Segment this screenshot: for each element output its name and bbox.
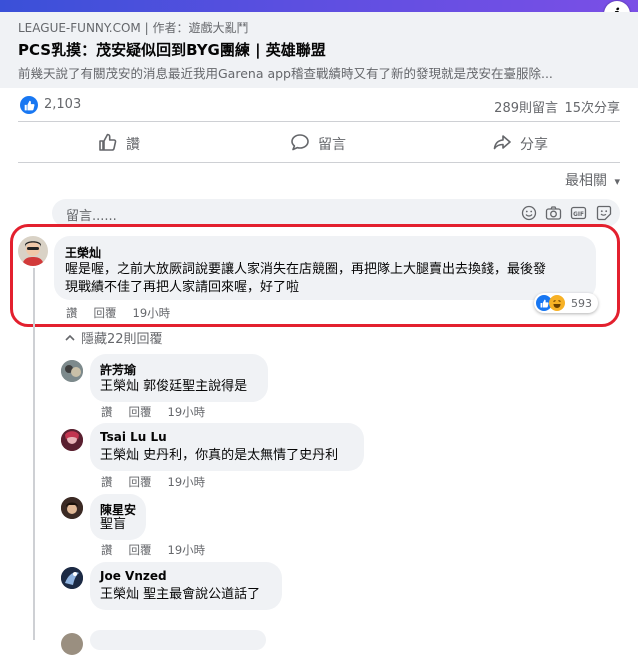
emoji-icon[interactable] [520,204,537,221]
hide-replies-toggle[interactable]: 隱藏22則回覆 [65,328,163,347]
comment-label: 留言 [318,137,346,153]
reply-author[interactable]: Tsai Lu Lu [100,430,167,444]
divider [18,121,620,122]
hide-replies-label: 隱藏22則回覆 [81,332,163,347]
reply-like-link[interactable]: 讚 [101,404,113,420]
link-source: LEAGUE-FUNNY.COM | 作者：遊戲大亂鬥 [18,21,249,35]
reply-bubble: Joe Vnzed 王榮灿 聖主最會說公道話了 [90,562,282,610]
comment-composer[interactable]: 留言...... GIF [52,199,620,227]
composer-tools: GIF [520,204,612,221]
like-button[interactable]: 讚 [98,127,140,161]
reaction-stats: 2,103 289則留言 15次分享 [0,90,638,120]
chevron-up-icon [65,330,75,345]
reply-meta: 讚 回覆 19小時 [101,474,221,490]
speech-bubble-icon [290,132,310,156]
reply-bubble: 許芳瑜 王榮灿 郭俊廷聖主說得是 [90,354,268,402]
share-button[interactable]: 分享 [492,127,548,161]
sticker-icon[interactable] [595,204,612,221]
chevron-down-icon: ▾ [614,175,620,188]
reply-text: 聖盲 [100,517,127,532]
reply-author[interactable]: 許芳瑜 [100,361,136,378]
reply-like-link[interactable]: 讚 [101,542,113,558]
reply-timestamp[interactable]: 19小時 [168,474,206,490]
sort-label: 最相關 [565,173,608,189]
mentioned-user[interactable]: 王榮灿 [100,587,139,602]
action-bar: 讚 留言 分享 [0,127,638,161]
reply-meta: 讚 回覆 19小時 [101,542,221,558]
gif-icon[interactable]: GIF [570,204,587,221]
reply-bubble: Tsai Lu Lu 王榮灿 史丹利，你真的是太無情了史丹利 [90,423,364,471]
sort-dropdown[interactable]: 最相關 ▾ [565,170,620,190]
svg-text:GIF: GIF [573,211,584,217]
link-description: 前幾天說了有關茂安的消息最近我用Garena app稽查戰績時又有了新的發現就是… [18,66,553,81]
like-count[interactable]: 2,103 [44,97,81,112]
reply-text: 王榮灿 史丹利，你真的是太無情了史丹利 [100,448,339,463]
comment-button[interactable]: 留言 [290,127,346,161]
comment-count[interactable]: 289則留言 [494,97,558,116]
comment-input[interactable]: 留言...... [66,205,117,224]
avatar[interactable] [61,633,83,655]
highlight-box [10,224,620,327]
reply-reply-link[interactable]: 回覆 [129,404,152,420]
reply-bubble [90,630,266,650]
reply-text: 王榮灿 郭俊廷聖主說得是 [100,379,248,394]
thread-line [33,268,35,640]
link-preview[interactable]: LEAGUE-FUNNY.COM | 作者：遊戲大亂鬥 PCS乳摸：茂安疑似回到… [0,12,638,88]
reply-reply-link[interactable]: 回覆 [129,542,152,558]
avatar[interactable] [61,567,83,589]
link-title[interactable]: PCS乳摸：茂安疑似回到BYG團練 | 英雄聯盟 [18,39,326,60]
camera-icon[interactable] [545,204,562,221]
like-label: 讚 [126,137,140,153]
share-label: 分享 [520,137,548,153]
divider [18,162,620,163]
reply-bubble: 陳星安 聖盲 [90,494,146,540]
avatar[interactable] [61,497,83,519]
share-count[interactable]: 15次分享 [564,97,620,116]
reply-text: 王榮灿 聖主最會說公道話了 [100,587,261,602]
link-image-strip [0,0,638,12]
reply-reply-link[interactable]: 回覆 [129,474,152,490]
reply-author[interactable]: Joe Vnzed [100,569,167,583]
share-arrow-icon [492,132,512,156]
like-reaction-icon[interactable] [20,96,38,114]
mentioned-user[interactable]: 王榮灿 [100,448,139,463]
mentioned-user[interactable]: 王榮灿 [100,379,139,394]
reply-meta: 讚 回覆 19小時 [101,404,221,420]
reply-like-link[interactable]: 讚 [101,474,113,490]
thumbs-up-icon [98,132,118,156]
reply-timestamp[interactable]: 19小時 [168,542,206,558]
reply-timestamp[interactable]: 19小時 [168,404,206,420]
avatar[interactable] [61,429,83,451]
avatar[interactable] [61,360,83,382]
